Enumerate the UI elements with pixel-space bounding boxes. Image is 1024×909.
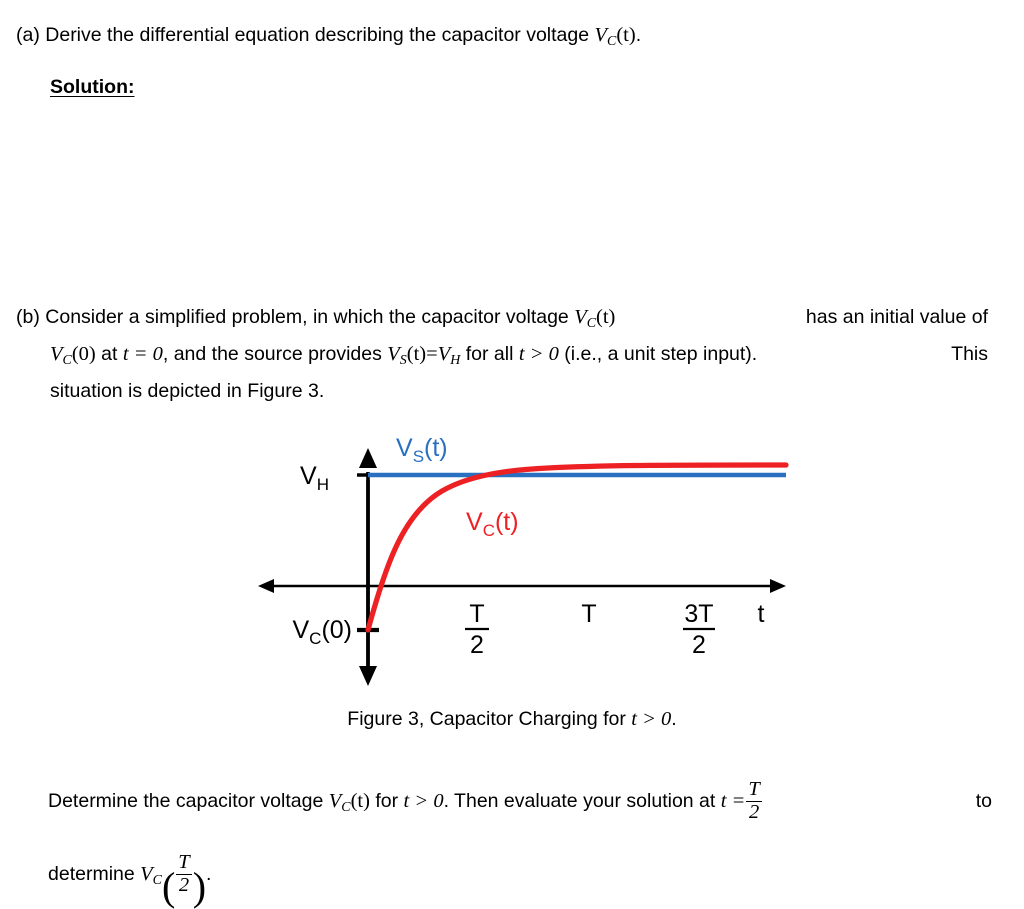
- part-b-line-2-text-d: (i.e., a unit step input).: [564, 342, 758, 365]
- capacitor-charging-plot: VH VC(0) VS(t) VC(t) T 2 T 3T 2 t: [258, 434, 789, 686]
- document-page: (a) Derive the differential equation des…: [0, 0, 1024, 909]
- part-b-line-2-content: VC(0) at t = 0, and the source provides …: [50, 339, 757, 376]
- svg-text:T: T: [469, 600, 484, 628]
- closing-line-2: determine VC(T 2).: [48, 851, 1008, 909]
- closing-math-t-eq: t =: [720, 790, 746, 812]
- y-axis-arrow-down: [359, 666, 377, 686]
- closing-line-1: Determine the capacitor voltage VC(t) fo…: [48, 778, 992, 831]
- closing-math-vc-of-t-over-2: VC(T 2): [140, 851, 207, 909]
- svg-text:3T: 3T: [684, 600, 713, 628]
- y-axis-arrow-up: [359, 448, 377, 468]
- closing-frac-2: T2: [176, 851, 192, 896]
- part-b-math-vc-t: VC(t): [574, 306, 616, 331]
- closing-text-b: for: [375, 790, 399, 812]
- closing-line-1-content: Determine the capacitor voltage VC(t) fo…: [48, 778, 763, 831]
- closing-text-e: determine: [48, 862, 135, 885]
- part-b-line-2: VC(0) at t = 0, and the source provides …: [50, 339, 988, 376]
- series-vc-label: VC(t): [466, 508, 519, 540]
- closing-text-a: Determine the capacitor voltage: [48, 790, 324, 812]
- part-a-text: Derive the differential equation describ…: [45, 24, 590, 46]
- part-a-period: .: [635, 24, 642, 46]
- part-b-math-vs-t: VS(t)=VH: [387, 342, 461, 368]
- closing-math-vc-t: VC(t): [328, 790, 370, 815]
- part-b-line-2-text-a: at: [101, 342, 118, 365]
- part-b-marker: (b): [16, 306, 40, 328]
- closing-text-c: . Then evaluate your solution at: [443, 790, 716, 812]
- part-b-line-2-text-e: This: [951, 342, 988, 365]
- part-b-line-1: (b) Consider a simplified problem, in wh…: [16, 302, 988, 339]
- figure-3-chart: VH VC(0) VS(t) VC(t) T 2 T 3T 2 t: [0, 430, 1024, 700]
- figure-caption: Figure 3, Capacitor Charging for t > 0.: [0, 708, 1024, 731]
- x-axis-label: t: [758, 600, 765, 628]
- series-vs-label: VS(t): [396, 434, 448, 466]
- x-axis-arrow-left: [258, 579, 274, 593]
- y-axis: [359, 448, 377, 686]
- xtick-label-t-over-2: T 2: [465, 600, 489, 659]
- part-b-line-3: situation is depicted in Figure 3.: [50, 379, 325, 402]
- part-b-line-2-text-c: for all: [465, 342, 514, 365]
- part-b-math-vc-0: VC(0): [50, 342, 96, 368]
- svg-text:2: 2: [470, 631, 484, 659]
- figure-caption-math: t > 0: [631, 708, 672, 730]
- series-vc-curve: [365, 462, 789, 633]
- figure-caption-suffix: .: [671, 708, 677, 730]
- x-axis: [258, 579, 786, 593]
- part-b-line-1-text-a: Consider a simplified problem, in which …: [45, 306, 569, 328]
- xtick-label-t: T: [581, 600, 596, 628]
- closing-paragraph: Determine the capacitor voltage VC(t) fo…: [48, 778, 1008, 909]
- closing-text-d: to: [975, 790, 992, 812]
- closing-math-t-gt-0: t > 0: [403, 790, 444, 812]
- closing-text-f: .: [206, 862, 212, 885]
- part-a-marker: (a): [16, 24, 40, 46]
- part-b-line-2-text-b: , and the source provides: [162, 342, 382, 365]
- part-a-paragraph: (a) Derive the differential equation des…: [16, 20, 996, 57]
- part-b-math-t-eq-0: t = 0: [122, 342, 163, 365]
- part-b-line-1-content: (b) Consider a simplified problem, in wh…: [16, 302, 615, 339]
- closing-frac-t-over-2: T2: [746, 778, 762, 823]
- xtick-label-3t-over-2: 3T 2: [683, 600, 715, 659]
- y-label-vc0: VC(0): [292, 616, 352, 648]
- solution-label: Solution:: [50, 76, 135, 98]
- part-b-paragraph: (b) Consider a simplified problem, in wh…: [16, 302, 1006, 406]
- x-axis-arrow-right: [770, 579, 786, 593]
- part-b-line-1-text-b: has an initial value of: [805, 306, 988, 328]
- y-label-vh: VH: [300, 462, 329, 494]
- part-b-math-t-gt-0: t > 0: [518, 342, 559, 365]
- part-a-math-vc: VC(t): [594, 24, 636, 49]
- figure-caption-prefix: Figure 3, Capacitor Charging for: [347, 708, 626, 730]
- svg-text:2: 2: [692, 631, 706, 659]
